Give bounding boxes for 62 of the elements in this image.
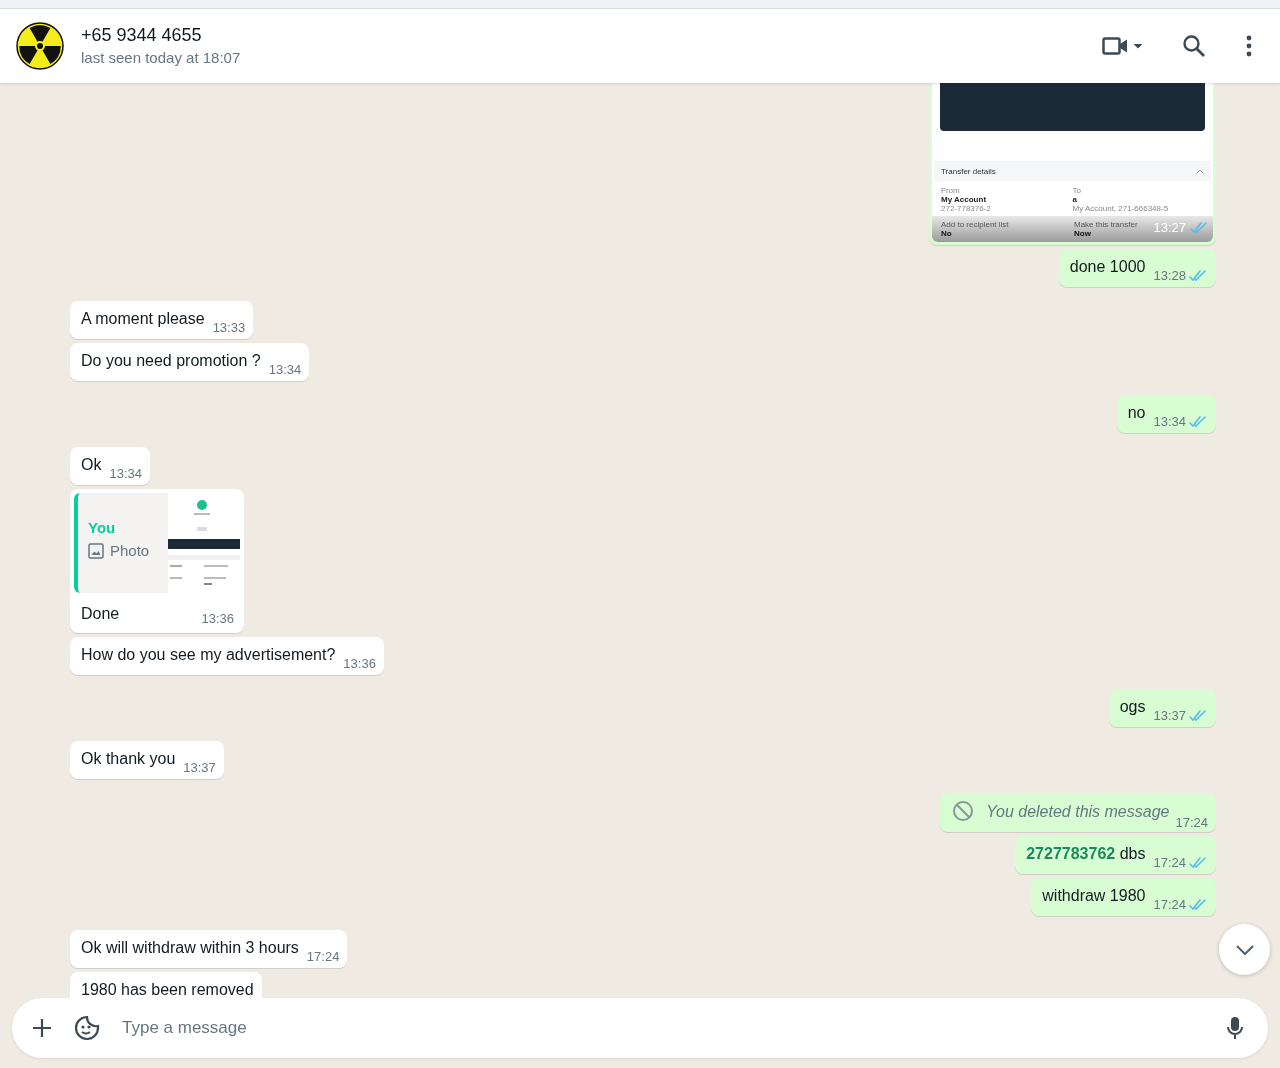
message-time: 13:34 <box>109 466 142 482</box>
message-text: Ok thank you <box>81 749 176 769</box>
message-text: ogs <box>1119 697 1146 717</box>
field-label: To <box>1072 186 1081 195</box>
microphone-button[interactable] <box>1224 1014 1246 1042</box>
message-time: 13:36 <box>201 611 234 627</box>
sticker-button[interactable] <box>72 1013 102 1043</box>
message-text: Done <box>81 604 120 624</box>
sticker-icon <box>74 1015 100 1041</box>
message-time: 13:37 <box>183 760 216 776</box>
caret-icon <box>1132 42 1144 50</box>
message-time: 17:24 <box>1153 855 1186 871</box>
message-text: 2727783762 dbs <box>1026 844 1146 864</box>
blocked-icon <box>952 800 975 822</box>
message-text: done 1000 <box>1069 257 1146 277</box>
field-label: Make this transfer <box>1074 220 1138 229</box>
quote-author: You <box>88 519 117 536</box>
field-value: No <box>941 229 952 238</box>
contact-name: +65 9344 4655 <box>81 24 203 47</box>
message-time: 13:34 <box>268 362 302 378</box>
account-name: My Account <box>941 195 987 204</box>
image-icon <box>88 542 104 559</box>
message-text: A moment please <box>81 309 205 329</box>
message-text: Ok will withdraw within 3 hours <box>81 938 299 958</box>
message-time: 13:28 <box>1153 268 1186 284</box>
message-text: How do you see my advertisement? <box>81 645 336 665</box>
message-time: 13:34 <box>1153 414 1186 430</box>
menu-icon <box>1246 35 1252 57</box>
message-time: 13:27 <box>1153 220 1186 236</box>
search-icon <box>1182 34 1206 58</box>
attach-button[interactable] <box>30 1016 54 1040</box>
reply-message[interactable]: You Photo Done 13:36 <box>70 489 244 633</box>
message-time: 13:33 <box>212 320 246 336</box>
message-time: 17:24 <box>1153 897 1186 913</box>
message-text: withdraw 1980 <box>1042 886 1146 906</box>
field-label: From <box>941 186 960 195</box>
plus-icon <box>32 1018 52 1038</box>
microphone-icon <box>1226 1016 1244 1040</box>
field-value: Now <box>1074 229 1091 238</box>
video-camera-icon <box>1102 36 1128 56</box>
message-text: 1980 has been removed <box>81 980 254 998</box>
message-time: 13:37 <box>1153 708 1186 724</box>
message-text: Ok <box>81 455 102 475</box>
message-time: 17:24 <box>306 949 340 965</box>
account-number: 272-778376-2 <box>941 204 991 213</box>
message-text: Do you need promotion ? <box>81 351 261 371</box>
account-number: My Account, 271-666348-5 <box>1072 204 1169 213</box>
field-label: Add to recipient list <box>941 220 1009 229</box>
message-time: 17:24 <box>1175 815 1208 831</box>
radiation-icon <box>16 22 64 70</box>
message-text: no <box>1127 403 1146 423</box>
section-title: Transfer details <box>941 166 996 176</box>
account-name: a <box>1072 195 1077 204</box>
message-text: You deleted this message <box>986 802 1170 822</box>
message-time: 13:36 <box>343 656 376 672</box>
image-message[interactable]: Transfer details From My Account 272-778376-2 To a My Account, 271-666348-5 Add to recipient list No Make this transfer Now 13:27 <box>929 83 1216 245</box>
chevron-up-icon <box>1196 168 1204 174</box>
chevron-down-icon <box>1234 943 1255 956</box>
last-seen: last seen today at 18:07 <box>81 48 242 68</box>
message-input[interactable]: Type a message <box>120 1017 1224 1039</box>
message-composer[interactable]: Type a message <box>12 998 1268 1058</box>
quote-label: Photo <box>110 542 150 559</box>
